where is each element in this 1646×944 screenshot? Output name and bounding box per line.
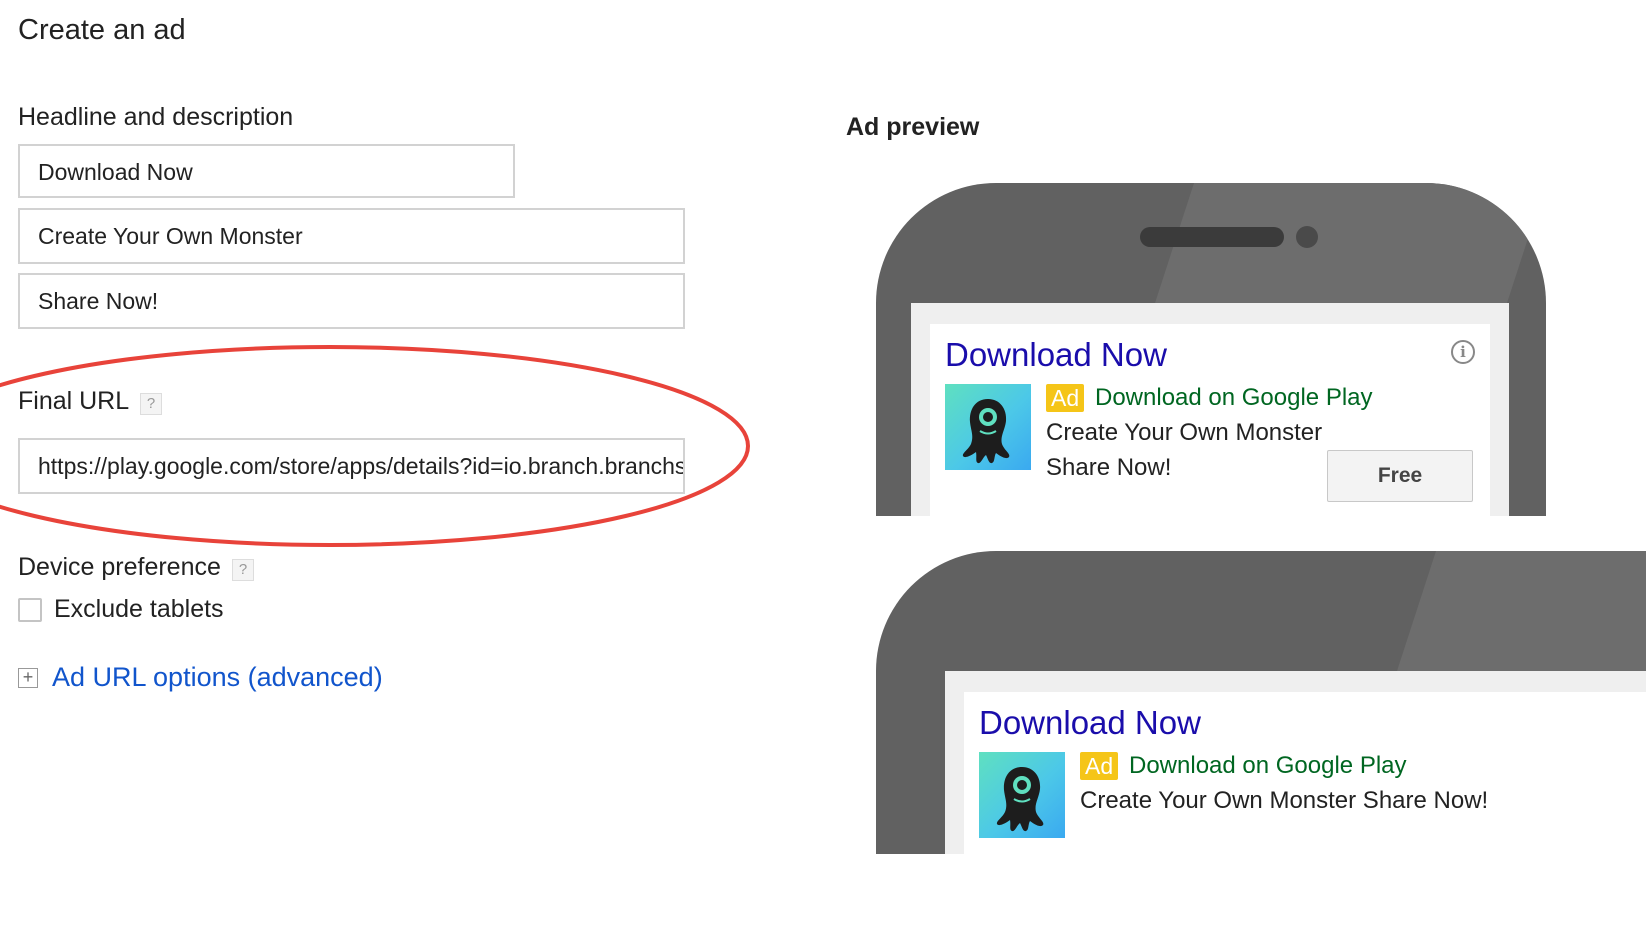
exclude-tablets-label[interactable]: Exclude tablets xyxy=(54,595,224,624)
phone-preview-large: Download Now i Ad Download on Google Pla… xyxy=(876,183,1546,516)
phone-camera xyxy=(1296,226,1318,248)
headline-input[interactable]: Download Now xyxy=(18,144,515,198)
description-line-1-input[interactable]: Create Your Own Monster xyxy=(18,208,685,264)
monster-app-icon xyxy=(979,752,1065,838)
monster-app-icon xyxy=(945,384,1031,470)
exclude-tablets-checkbox[interactable] xyxy=(18,598,42,622)
ad-url-options-link[interactable]: Ad URL options (advanced) xyxy=(52,662,383,693)
red-ellipse-highlight xyxy=(0,345,750,547)
plus-box-icon[interactable]: + xyxy=(18,668,38,688)
ad-description-line-1: Create Your Own Monster xyxy=(1046,419,1323,446)
ad-description: Create Your Own Monster Share Now! xyxy=(1080,787,1489,814)
question-mark-icon[interactable]: ? xyxy=(232,559,254,581)
phone-screen: Download Now i Ad Download on Google Pla… xyxy=(911,303,1509,516)
ad-card-small: Download Now Ad Download on Google Play … xyxy=(964,692,1646,854)
ad-badge: Ad xyxy=(1080,752,1119,780)
phone-screen: Download Now Ad Download on Google Play … xyxy=(945,671,1646,854)
ad-preview-title: Ad preview xyxy=(846,113,980,141)
ad-headline[interactable]: Download Now xyxy=(945,336,1167,374)
ad-display-text[interactable]: Download on Google Play xyxy=(1095,384,1373,412)
headline-section-label: Headline and description xyxy=(18,103,294,131)
ad-headline[interactable]: Download Now xyxy=(979,704,1201,742)
phone-speaker xyxy=(1140,227,1284,247)
free-install-button[interactable]: Free xyxy=(1327,450,1473,502)
ad-display-text[interactable]: Download on Google Play xyxy=(1129,752,1407,780)
description-line-2-input[interactable]: Share Now! xyxy=(18,273,685,329)
page-title: Create an ad xyxy=(18,14,186,46)
phone-preview-small: Download Now Ad Download on Google Play … xyxy=(876,551,1646,854)
ad-description-line-2: Share Now! xyxy=(1046,454,1172,481)
ad-badge: Ad xyxy=(1046,384,1085,412)
info-circle-icon[interactable]: i xyxy=(1451,340,1475,364)
device-preference-label: Device preference xyxy=(18,553,221,581)
ad-card-large: Download Now i Ad Download on Google Pla… xyxy=(930,324,1490,516)
